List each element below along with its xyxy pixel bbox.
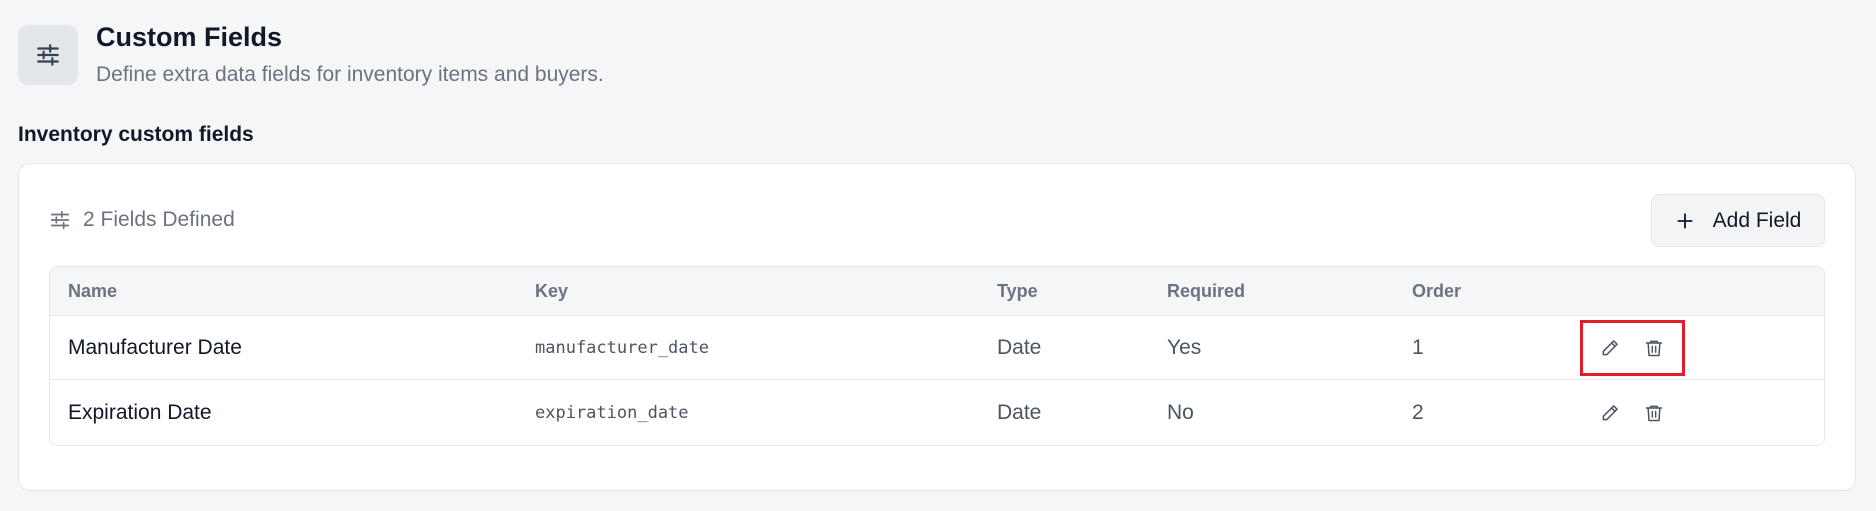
column-header-name[interactable]: Name [68, 267, 117, 315]
row-actions-highlight [1580, 319, 1685, 376]
fields-count-label: 2 Fields Defined [83, 208, 235, 231]
field-name: Manufacturer Date [68, 335, 242, 359]
field-order: 2 [1412, 400, 1424, 424]
trash-icon [1645, 405, 1663, 421]
field-name: Expiration Date [68, 400, 212, 424]
pencil-icon [1602, 339, 1618, 355]
fields-count: 2 Fields Defined [49, 208, 235, 232]
table-row: Manufacturer Date manufacturer_date Date… [50, 316, 1824, 380]
sliders-icon [50, 210, 70, 230]
inventory-fields-card: 2 Fields Defined Add Field Name Key Type… [18, 163, 1856, 491]
field-order: 1 [1412, 335, 1424, 359]
custom-fields-page: Custom Fields Define extra data fields f… [0, 0, 1876, 511]
row-actions [1592, 380, 1672, 445]
field-type: Date [997, 335, 1042, 359]
edit-button[interactable] [1598, 336, 1622, 360]
page-title: Custom Fields [96, 22, 283, 52]
field-key: expiration_date [535, 402, 689, 423]
pencil-icon [1602, 404, 1618, 420]
header-icon-container [18, 25, 78, 85]
column-header-order[interactable]: Order [1412, 267, 1461, 315]
custom-fields-table: Name Key Type Required Order Manufacture… [49, 266, 1825, 446]
column-header-required[interactable]: Required [1167, 267, 1245, 315]
add-field-button[interactable]: Add Field [1651, 194, 1825, 247]
edit-button[interactable] [1598, 401, 1622, 425]
delete-button[interactable] [1642, 401, 1666, 425]
field-required: Yes [1167, 335, 1202, 359]
page-subtitle: Define extra data fields for inventory i… [96, 63, 604, 86]
section-title: Inventory custom fields [18, 123, 254, 146]
delete-button[interactable] [1642, 336, 1666, 360]
column-header-type[interactable]: Type [997, 267, 1038, 315]
field-key: manufacturer_date [535, 337, 709, 358]
add-field-label: Add Field [1712, 208, 1802, 232]
trash-icon [1645, 340, 1663, 356]
table-header-row: Name Key Type Required Order [50, 267, 1824, 316]
column-header-key[interactable]: Key [535, 267, 568, 315]
plus-icon [1677, 212, 1693, 229]
sliders-icon [37, 44, 59, 66]
field-type: Date [997, 400, 1042, 424]
row-actions [1580, 316, 1685, 379]
field-required: No [1167, 400, 1194, 424]
table-row: Expiration Date expiration_date Date No … [50, 380, 1824, 445]
row-actions-group [1592, 389, 1672, 437]
